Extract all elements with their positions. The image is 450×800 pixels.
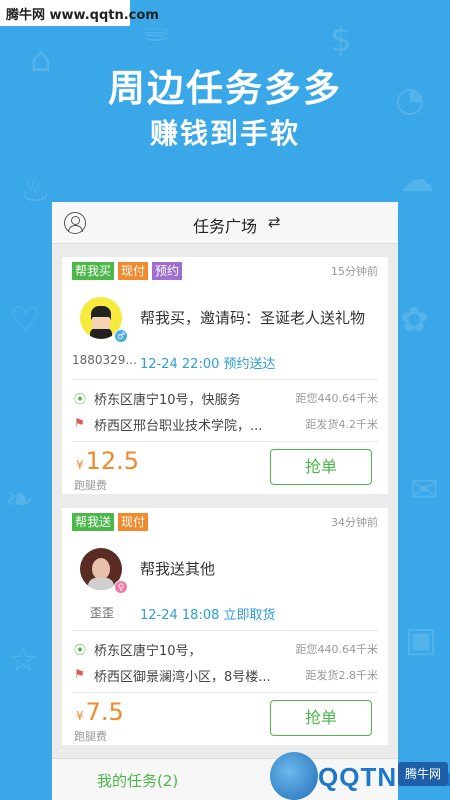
delivery-distance: 距发货4.2千米	[305, 418, 379, 431]
divider	[72, 379, 378, 380]
male-icon: ♂	[114, 329, 128, 343]
time-ago: 15分钟前	[331, 265, 378, 278]
fee-label: 跑腿费	[74, 730, 107, 743]
grab-order-button[interactable]: 抢单	[270, 700, 372, 736]
pickup-address: 桥东区唐宁10号，	[94, 644, 202, 659]
tag: 现付	[118, 513, 149, 531]
tag: 帮我送	[72, 513, 115, 531]
tag-list: 帮我买 现付 预约	[72, 262, 183, 280]
money-icon: $	[330, 20, 352, 60]
star-icon: ☆	[8, 640, 39, 680]
delivery-address-row: ⚑ 桥西区御景澜湾小区，8号楼... 距发货2.8千米	[72, 666, 379, 685]
location-pin-icon: ⦿	[74, 392, 87, 406]
task-card[interactable]: 帮我送 现付 34分钟前 ♀ 帮我送其他 歪歪 12-24 18:08 立即取货…	[62, 508, 388, 745]
flag-icon: ⚑	[74, 667, 85, 681]
divider	[72, 692, 378, 693]
user-name: 1880329...	[72, 353, 137, 367]
task-title: 帮我买，邀请码：圣诞老人送礼物	[140, 309, 366, 327]
location-pin-icon: ⦿	[74, 643, 87, 657]
delivery-address: 桥西区邢台职业技术学院，...	[94, 419, 263, 434]
leaf-icon: ❧	[5, 480, 34, 520]
cloud-icon: ☁	[400, 160, 434, 200]
gift-icon: ✉	[410, 470, 439, 510]
female-icon: ♀	[114, 580, 128, 594]
delivery-address: 桥西区御景澜湾小区，8号楼...	[94, 670, 271, 685]
grab-order-button[interactable]: 抢单	[270, 449, 372, 485]
price-value: 12.5	[85, 447, 140, 475]
tag: 现付	[118, 262, 149, 280]
divider	[72, 441, 378, 442]
bag-icon: ▣	[405, 620, 438, 660]
time-ago: 34分钟前	[331, 516, 378, 529]
tag: 帮我买	[72, 262, 115, 280]
currency-symbol: ¥	[76, 709, 84, 723]
task-price: ¥7.5	[76, 698, 124, 726]
bottle-icon: ♨	[20, 170, 51, 210]
tab-my-tasks[interactable]: 我的任务(2)	[97, 770, 178, 791]
pickup-distance: 距您440.64千米	[295, 643, 379, 656]
watermark-top: 腾牛网 www.qqtn.com	[0, 0, 159, 26]
globe-icon	[270, 752, 318, 800]
fee-label: 跑腿费	[74, 479, 107, 492]
currency-symbol: ¥	[76, 458, 84, 472]
watermark-badge: 腾牛网	[398, 762, 448, 786]
watermark-bottom: QQTN.com 腾牛网	[270, 752, 450, 800]
divider	[72, 630, 378, 631]
heart-icon: ♡	[10, 300, 41, 340]
task-title: 帮我送其他	[140, 560, 216, 578]
pickup-distance: 距您440.64千米	[295, 392, 379, 405]
flower-icon: ✿	[400, 300, 429, 340]
task-price: ¥12.5	[76, 447, 139, 475]
price-value: 7.5	[85, 698, 124, 726]
tag-list: 帮我送 现付	[72, 513, 149, 531]
flag-icon: ⚑	[74, 416, 85, 430]
phone-screen: 任务广场 ⇄ 帮我买 现付 预约 15分钟前 ♂ 帮我买，邀请码：圣诞老人送礼物…	[52, 202, 398, 800]
task-card[interactable]: 帮我买 现付 预约 15分钟前 ♂ 帮我买，邀请码：圣诞老人送礼物 188032…	[62, 257, 388, 494]
promo-subline: 赚钱到手软	[149, 117, 300, 150]
pickup-address-row: ⦿ 桥东区唐宁10号， 距您440.64千米	[72, 640, 379, 659]
tag: 预约	[152, 262, 183, 280]
top-bar: 任务广场 ⇄	[52, 202, 398, 244]
pickup-address-row: ⦿ 桥东区唐宁10号，快服务 距您440.64千米	[72, 389, 379, 408]
page-title: 任务广场	[192, 217, 257, 236]
task-schedule: 12-24 22:00 预约送达	[140, 357, 276, 372]
delivery-address-row: ⚑ 桥西区邢台职业技术学院，... 距发货4.2千米	[72, 415, 379, 434]
swap-icon[interactable]: ⇄	[268, 213, 281, 231]
task-schedule: 12-24 18:08 立即取货	[140, 608, 276, 623]
promo-headline: 周边任务多多	[108, 67, 342, 110]
user-name: 歪歪	[90, 606, 115, 620]
delivery-distance: 距发货2.8千米	[305, 669, 379, 682]
pickup-address: 桥东区唐宁10号，快服务	[94, 393, 241, 408]
